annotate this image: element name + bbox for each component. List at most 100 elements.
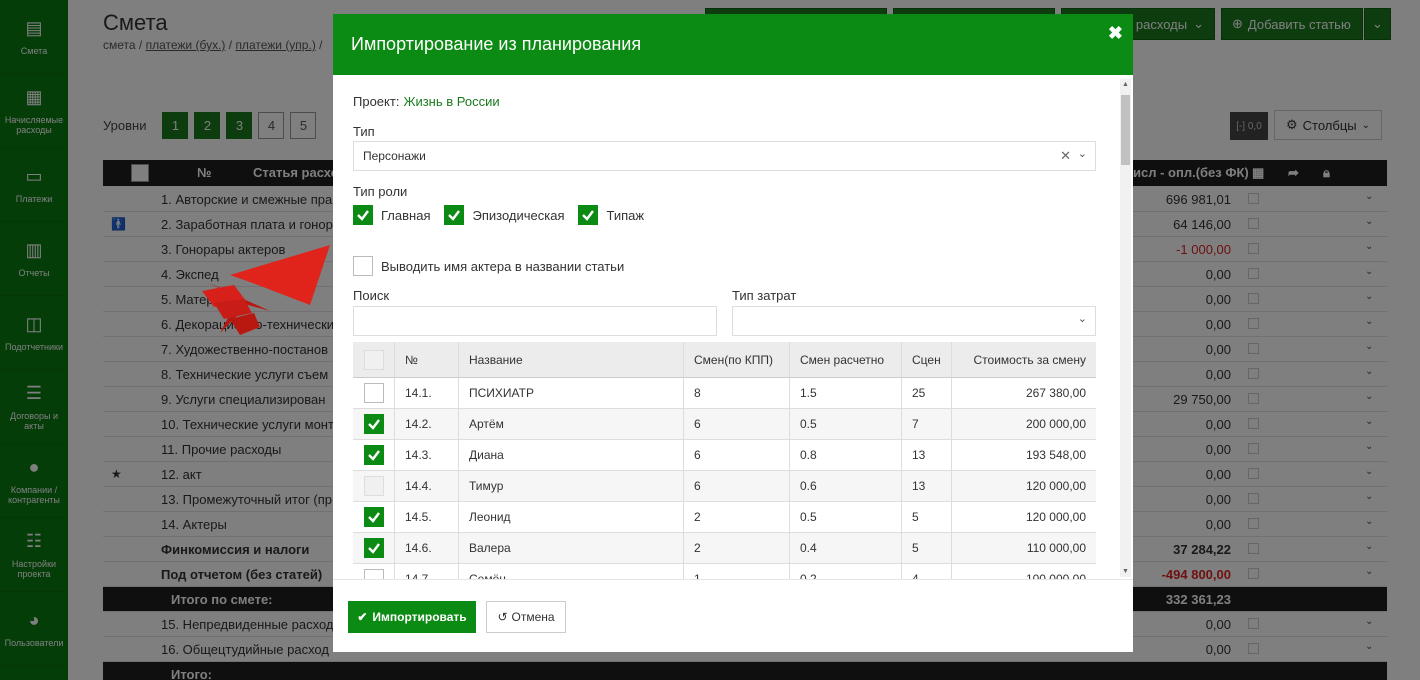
table-row[interactable]: 14.3. Диана 6 0.8 13 193 548,00 [353, 440, 1096, 471]
row-select-cell [353, 440, 394, 470]
cell-scenes: 5 [901, 502, 951, 532]
cell-name: Диана [458, 440, 683, 470]
cell-name: Леонид [458, 502, 683, 532]
cell-shifts-kpp: 1 [683, 564, 789, 579]
role-option[interactable]: Главная [353, 205, 430, 225]
cell-scenes: 4 [901, 564, 951, 579]
cell-shifts-kpp: 2 [683, 533, 789, 563]
dialog-title: Импортирование из планирования [351, 34, 642, 54]
cell-shifts-calc: 0.6 [789, 471, 901, 501]
row-checkbox[interactable] [363, 569, 384, 579]
table-row[interactable]: 14.1. ПСИХИАТР 8 1.5 25 267 380,00 [353, 378, 1096, 409]
dialog-footer: ✔ Импортировать ↺ Отмена [333, 579, 1133, 652]
dialog-body: Проект: Жизнь в России Тип Персонажи ✕ ⌄ … [333, 75, 1133, 579]
table-row[interactable]: 14.4. Тимур 6 0.6 13 120 000,00 [353, 471, 1096, 502]
undo-icon: ↺ [497, 610, 508, 624]
chevron-down-icon: ⌄ [1077, 313, 1087, 325]
role-checkbox[interactable] [578, 205, 599, 225]
check-icon: ✔ [357, 610, 368, 624]
cell-name: Семён [458, 564, 683, 579]
annotation-arrow-icon [202, 245, 330, 335]
row-checkbox[interactable] [363, 538, 384, 558]
select-all-checkbox[interactable] [363, 349, 384, 370]
cell-scenes: 25 [901, 378, 951, 408]
role-checkboxes: Главная Эпизодическая Типаж [353, 205, 658, 225]
actor-name-option[interactable]: Выводить имя актера в названии статьи [353, 256, 624, 276]
close-icon[interactable]: ✖ [1108, 23, 1123, 44]
role-label: Главная [381, 207, 431, 223]
cell-shifts-kpp: 6 [683, 471, 789, 501]
role-option[interactable]: Эпизодическая [444, 205, 564, 225]
row-select-cell [353, 378, 394, 408]
column-header: № [394, 342, 458, 377]
table-row[interactable]: 14.2. Артём 6 0.5 7 200 000,00 [353, 409, 1096, 440]
role-checkbox[interactable] [444, 205, 465, 225]
cell-name: Тимур [458, 471, 683, 501]
clear-icon[interactable]: ✕ [1060, 148, 1071, 164]
search-label: Поиск [353, 288, 390, 303]
project-link[interactable]: Жизнь в России [403, 94, 499, 109]
table-row[interactable]: 14.5. Леонид 2 0.5 5 120 000,00 [353, 502, 1096, 533]
row-checkbox[interactable] [363, 507, 384, 527]
check-icon [448, 210, 461, 221]
row-select-cell [353, 471, 394, 501]
cell-cost: 120 000,00 [951, 471, 1096, 501]
type-select[interactable]: Персонажи ✕ ⌄ [353, 141, 1096, 171]
cost-type-select[interactable]: ⌄ [732, 306, 1096, 336]
row-checkbox[interactable] [363, 414, 384, 434]
cell-cost: 100 000,00 [951, 564, 1096, 579]
cell-cost: 200 000,00 [951, 409, 1096, 439]
row-checkbox[interactable] [363, 383, 384, 403]
column-header: Стоимость за смену [951, 342, 1096, 377]
cancel-button[interactable]: ↺ Отмена [486, 601, 566, 633]
row-checkbox[interactable] [363, 445, 384, 465]
project-info: Проект: Жизнь в России [353, 94, 500, 109]
cell-shifts-calc: 0.4 [789, 533, 901, 563]
role-label: Эпизодическая [472, 207, 565, 223]
row-select-cell [353, 564, 394, 579]
scroll-thumb[interactable] [1121, 95, 1130, 165]
role-option[interactable]: Типаж [578, 205, 644, 225]
cell-cost: 193 548,00 [951, 440, 1096, 470]
check-icon [367, 543, 380, 554]
role-checkbox[interactable] [353, 205, 373, 225]
dialog-scrollbar[interactable]: ▲ ▼ [1120, 79, 1131, 577]
select-all-cell[interactable] [353, 342, 394, 377]
cell-name: Валера [458, 533, 683, 563]
import-dialog: Импортирование из планирования ✖ Проект:… [333, 14, 1133, 652]
check-icon [367, 512, 380, 523]
cell-cost: 267 380,00 [951, 378, 1096, 408]
type-label: Тип [353, 124, 375, 139]
search-input[interactable] [353, 306, 717, 336]
import-button[interactable]: ✔ Импортировать [348, 601, 476, 633]
cell-scenes: 13 [901, 440, 951, 470]
cell-scenes: 7 [901, 409, 951, 439]
row-select-cell [353, 533, 394, 563]
cell-num: 14.3. [394, 440, 458, 470]
column-header: Название [458, 342, 683, 377]
cell-num: 14.2. [394, 409, 458, 439]
cell-shifts-kpp: 2 [683, 502, 789, 532]
table-row[interactable]: 14.7. Семён 1 0.2 4 100 000,00 [353, 564, 1096, 579]
cell-shifts-calc: 0.8 [789, 440, 901, 470]
characters-table: № Название Смен(по КПП) Смен расчетно Сцен Ст… [353, 342, 1096, 579]
cell-num: 14.4. [394, 471, 458, 501]
row-checkbox[interactable] [363, 476, 384, 496]
cell-cost: 120 000,00 [951, 502, 1096, 532]
table-row[interactable]: 14.6. Валера 2 0.4 5 110 000,00 [353, 533, 1096, 564]
cell-scenes: 5 [901, 533, 951, 563]
cell-scenes: 13 [901, 471, 951, 501]
cell-shifts-kpp: 8 [683, 378, 789, 408]
row-select-cell [353, 502, 394, 532]
scroll-down-icon[interactable]: ▼ [1122, 568, 1129, 575]
cell-shifts-calc: 0.5 [789, 409, 901, 439]
actor-name-checkbox[interactable] [353, 256, 373, 276]
column-header: Смен(по КПП) [683, 342, 789, 377]
project-label: Проект: [353, 94, 400, 109]
cell-name: ПСИХИАТР [458, 378, 683, 408]
scroll-up-icon[interactable]: ▲ [1122, 81, 1129, 88]
check-icon [357, 210, 369, 221]
column-header: Сцен [901, 342, 951, 377]
cell-num: 14.5. [394, 502, 458, 532]
dialog-header: Импортирование из планирования ✖ [333, 14, 1133, 75]
